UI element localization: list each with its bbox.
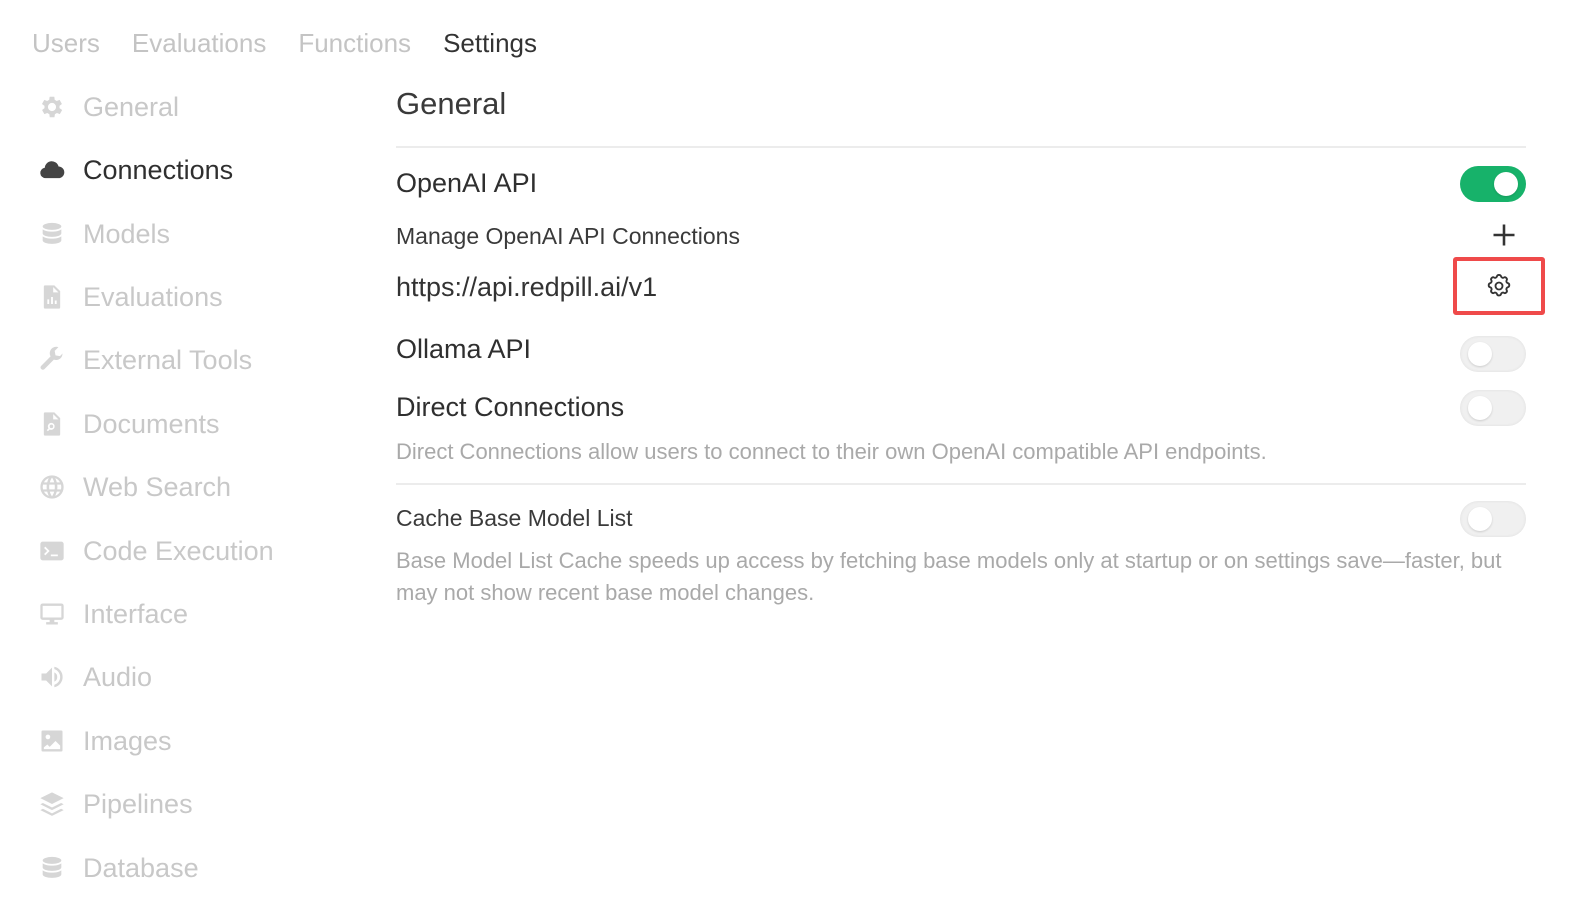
toggle-knob: [1468, 396, 1492, 420]
sidebar-item-label: Models: [83, 218, 171, 249]
settings-main-panel: General OpenAI API Manage OpenAI API Con…: [396, 0, 1545, 920]
openai-api-toggle[interactable]: [1460, 166, 1526, 202]
cache-base-model-list-toggle[interactable]: [1460, 501, 1526, 537]
openai-api-title: OpenAI API: [396, 168, 538, 198]
sidebar-item-web-search[interactable]: Web Search: [36, 465, 356, 509]
terminal-icon: [36, 535, 68, 567]
ollama-api-title: Ollama API: [396, 334, 532, 364]
divider: [396, 146, 1526, 148]
image-icon: [36, 725, 68, 757]
sidebar-item-external-tools[interactable]: External Tools: [36, 338, 356, 382]
connection-settings-button[interactable]: [1453, 257, 1545, 315]
cache-base-model-list-title: Cache Base Model List: [396, 505, 633, 531]
layers-icon: [36, 788, 68, 820]
toggle-knob: [1468, 342, 1492, 366]
database-icon: [36, 852, 68, 884]
divider: [396, 483, 1526, 485]
sidebar-item-evaluations[interactable]: Evaluations: [36, 275, 356, 319]
sidebar-item-label: Connections: [83, 154, 234, 185]
sidebar-item-interface[interactable]: Interface: [36, 592, 356, 636]
sidebar-item-general[interactable]: General: [36, 85, 356, 129]
sidebar-item-pipelines[interactable]: Pipelines: [36, 782, 356, 826]
sidebar-item-label: General: [83, 91, 180, 122]
direct-connections-toggle[interactable]: [1460, 390, 1526, 426]
gear-icon: [1487, 273, 1511, 297]
manage-openai-connections-label: Manage OpenAI API Connections: [396, 223, 740, 249]
sidebar-item-label: Evaluations: [83, 281, 223, 312]
cache-base-model-list-description: Base Model List Cache speeds up access b…: [396, 548, 1502, 605]
sidebar-item-label: Audio: [83, 661, 153, 692]
sidebar-item-documents[interactable]: Documents: [36, 402, 356, 446]
sidebar-item-label: Web Search: [83, 471, 232, 502]
document-chart-icon: [36, 281, 68, 313]
section-title: General: [396, 86, 507, 121]
tab-users[interactable]: Users: [32, 28, 100, 59]
sidebar-item-label: Database: [83, 852, 199, 883]
gear-icon: [36, 91, 68, 123]
direct-connections-title: Direct Connections: [396, 392, 625, 422]
ollama-api-toggle[interactable]: [1460, 336, 1526, 372]
globe-icon: [36, 471, 68, 503]
sidebar-item-code-execution[interactable]: Code Execution: [36, 529, 356, 573]
sidebar-item-label: Documents: [83, 408, 220, 439]
direct-connections-description: Direct Connections allow users to connec…: [396, 439, 1267, 464]
sidebar-item-audio[interactable]: Audio: [36, 655, 356, 699]
monitor-icon: [36, 598, 68, 630]
sidebar-item-label: Interface: [83, 598, 189, 629]
sidebar-item-images[interactable]: Images: [36, 719, 356, 763]
wrench-icon: [36, 344, 68, 376]
sidebar-item-connections[interactable]: Connections: [36, 148, 356, 192]
tab-evaluations[interactable]: Evaluations: [132, 28, 266, 59]
sidebar-item-label: Pipelines: [83, 788, 193, 819]
database-icon: [36, 218, 68, 250]
connection-url: https://api.redpill.ai/v1: [396, 272, 658, 302]
speaker-icon: [36, 661, 68, 693]
cloud-icon: [36, 154, 68, 186]
plus-icon: [1493, 224, 1515, 246]
document-search-icon: [36, 408, 68, 440]
sidebar-item-database[interactable]: Database: [36, 846, 356, 890]
add-connection-button[interactable]: [1490, 221, 1518, 249]
sidebar-item-label: Code Execution: [83, 535, 274, 566]
tab-functions[interactable]: Functions: [298, 28, 411, 59]
sidebar-item-models[interactable]: Models: [36, 212, 356, 256]
sidebar-item-label: External Tools: [83, 344, 253, 375]
toggle-knob: [1494, 172, 1518, 196]
sidebar-item-label: Images: [83, 725, 172, 756]
toggle-knob: [1468, 507, 1492, 531]
